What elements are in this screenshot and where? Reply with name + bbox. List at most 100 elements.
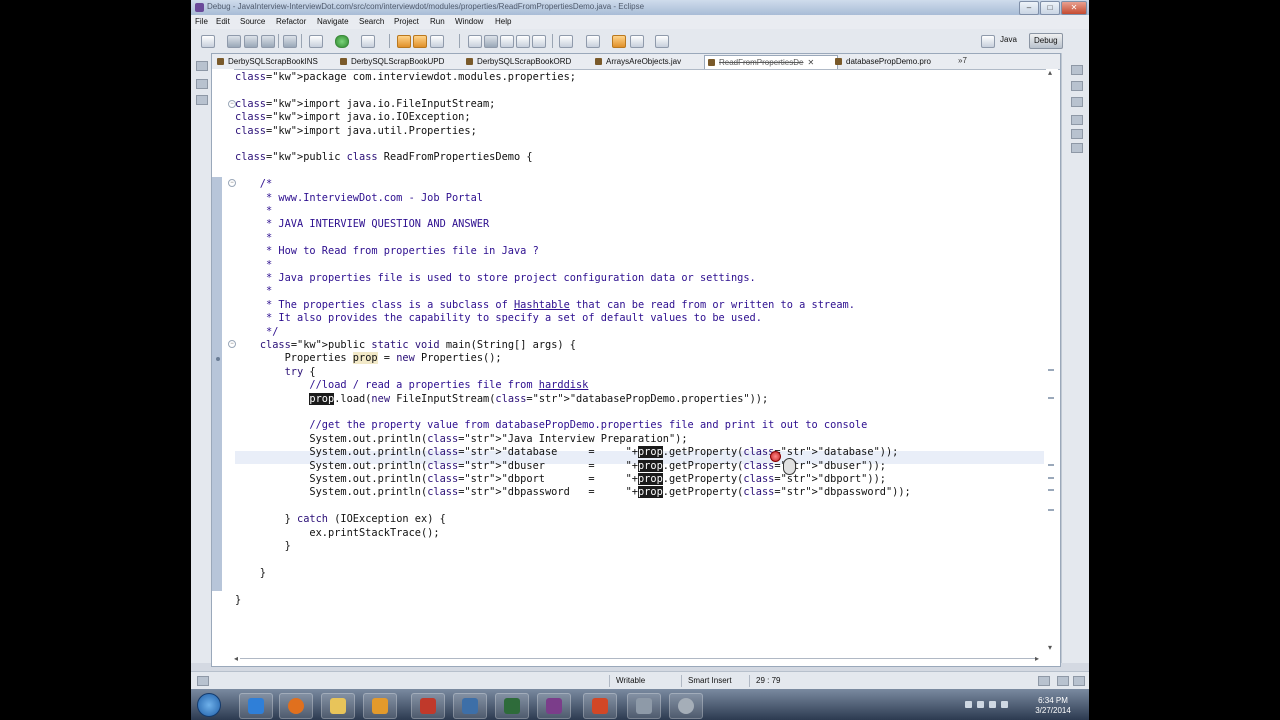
- open-perspective-icon[interactable]: [981, 35, 995, 48]
- code-line[interactable]: class="kw">import java.io.FileInputStrea…: [235, 98, 495, 111]
- code-line[interactable]: class="kw">import java.util.Properties;: [235, 125, 477, 138]
- code-line[interactable]: }: [235, 567, 266, 580]
- menu-navigate[interactable]: Navigate: [317, 17, 349, 26]
- code-line[interactable]: } catch (IOException ex) {: [235, 513, 446, 526]
- code-line[interactable]: class="kw">package com.interviewdot.modu…: [235, 71, 576, 84]
- new-java-project-icon[interactable]: [397, 35, 411, 48]
- tab-database-prop-demo[interactable]: databasePropDemo.pro: [832, 55, 958, 68]
- toggle-mark-icon[interactable]: [484, 35, 498, 48]
- code-line[interactable]: }: [235, 540, 291, 553]
- package-explorer-icon[interactable]: [196, 79, 208, 89]
- back-icon[interactable]: [630, 35, 644, 48]
- menu-project[interactable]: Project: [394, 17, 419, 26]
- expressions-icon[interactable]: [1071, 143, 1083, 153]
- code-line[interactable]: }: [235, 594, 241, 607]
- close-tab-icon[interactable]: ✕: [807, 58, 814, 67]
- tab-arrays-are-objects[interactable]: ArraysAreObjects.jav: [592, 55, 706, 68]
- tab-derby-upd[interactable]: DerbySQLScrapBookUPD: [337, 55, 469, 68]
- debug-run-icon[interactable]: [309, 35, 323, 48]
- code-line[interactable]: class="kw">public class ReadFromProperti…: [235, 151, 533, 164]
- tray-arrow-icon[interactable]: [965, 701, 972, 708]
- media-player-icon[interactable]: [363, 693, 397, 719]
- scroll-down-icon[interactable]: ▾: [1048, 643, 1052, 652]
- code-line[interactable]: * How to Read from properties file in Ja…: [235, 245, 539, 258]
- restore-icon[interactable]: [196, 61, 208, 71]
- code-line[interactable]: *: [235, 205, 272, 218]
- run-external-icon[interactable]: [361, 35, 375, 48]
- menu-edit[interactable]: Edit: [216, 17, 230, 26]
- maximize-button[interactable]: □: [1040, 1, 1060, 15]
- overview-ruler[interactable]: ▴ ▾: [1046, 68, 1058, 653]
- breakpoints-icon[interactable]: [1071, 129, 1083, 139]
- code-line[interactable]: */: [235, 326, 278, 339]
- code-line[interactable]: * Java properties file is used to store …: [235, 272, 756, 285]
- menu-window[interactable]: Window: [455, 17, 483, 26]
- new-package-icon[interactable]: [413, 35, 427, 48]
- java-perspective-button[interactable]: Java: [996, 33, 1021, 47]
- minimize-view-icon[interactable]: [1073, 676, 1085, 686]
- code-line[interactable]: System.out.println(class="str">"dbpasswo…: [235, 486, 911, 499]
- code-line[interactable]: ex.printStackTrace();: [235, 527, 439, 540]
- show-whitespace-icon[interactable]: [516, 35, 530, 48]
- save-all-icon[interactable]: [244, 35, 258, 48]
- heap-icon[interactable]: [1038, 676, 1050, 686]
- tab-overflow-indicator[interactable]: »7: [958, 56, 967, 65]
- ie-icon[interactable]: [239, 693, 273, 719]
- new-icon[interactable]: [201, 35, 215, 48]
- powerpoint-icon[interactable]: [583, 693, 617, 719]
- code-line[interactable]: * JAVA INTERVIEW QUESTION AND ANSWER: [235, 218, 489, 231]
- scroll-right-icon[interactable]: ▸: [1035, 654, 1039, 663]
- save-icon[interactable]: [227, 35, 241, 48]
- start-button[interactable]: [197, 693, 221, 717]
- fast-view-icon[interactable]: [197, 676, 209, 686]
- volume-icon[interactable]: [989, 701, 996, 708]
- tab-derby-ins[interactable]: DerbySQLScrapBookINS: [214, 55, 346, 68]
- code-line[interactable]: //load / read a properties file from har…: [235, 379, 588, 392]
- debug-perspective-button[interactable]: Debug: [1029, 33, 1063, 49]
- menu-source[interactable]: Source: [240, 17, 265, 26]
- flag-icon[interactable]: [1001, 701, 1008, 708]
- code-line[interactable]: *: [235, 232, 272, 245]
- variables-icon[interactable]: [1071, 115, 1083, 125]
- restore-right-icon[interactable]: [1071, 65, 1083, 75]
- menu-search[interactable]: Search: [359, 17, 384, 26]
- code-line[interactable]: *: [235, 285, 272, 298]
- task-list-icon[interactable]: [1071, 97, 1083, 107]
- next-annotation-icon[interactable]: [559, 35, 573, 48]
- block-select-icon[interactable]: [532, 35, 546, 48]
- code-area[interactable]: − − − class="kw">package com.interviewdo…: [212, 69, 1044, 653]
- save-icon[interactable]: [453, 693, 487, 719]
- code-line[interactable]: /*: [235, 178, 272, 191]
- forward-icon[interactable]: [655, 35, 669, 48]
- menu-refactor[interactable]: Refactor: [276, 17, 306, 26]
- debug-icon[interactable]: [283, 35, 297, 48]
- code-line[interactable]: * The properties class is a subclass of …: [235, 299, 855, 312]
- tab-read-from-properties[interactable]: ReadFromPropertiesDe ✕: [704, 55, 838, 69]
- code-line[interactable]: class="kw">public static void main(Strin…: [235, 339, 576, 352]
- code-line[interactable]: * www.InterviewDot.com - Job Portal: [235, 192, 483, 205]
- code-line[interactable]: *: [235, 259, 272, 272]
- hierarchy-icon[interactable]: [196, 95, 208, 105]
- minimize-button[interactable]: –: [1019, 1, 1039, 15]
- search-icon[interactable]: [500, 35, 514, 48]
- code-line[interactable]: System.out.println(class="str">"database…: [235, 446, 898, 459]
- horizontal-scrollbar[interactable]: ◂ ▸: [234, 653, 1042, 665]
- code-line[interactable]: //get the property value from databasePr…: [235, 419, 867, 432]
- code-line[interactable]: Properties prop = new Properties();: [235, 352, 502, 365]
- console-icon[interactable]: [1057, 676, 1069, 686]
- explorer-icon[interactable]: [321, 693, 355, 719]
- code-line[interactable]: try {: [235, 366, 316, 379]
- winrar-icon[interactable]: [537, 693, 571, 719]
- code-line[interactable]: prop.load(new FileInputStream(class="str…: [235, 392, 768, 406]
- run-icon[interactable]: [335, 35, 349, 48]
- paint-icon[interactable]: [411, 693, 445, 719]
- printer-icon[interactable]: [627, 693, 661, 719]
- code-line[interactable]: * It also provides the capability to spe…: [235, 312, 762, 325]
- network-icon[interactable]: [977, 701, 984, 708]
- menu-run[interactable]: Run: [430, 17, 445, 26]
- new-class-icon[interactable]: [430, 35, 444, 48]
- breakpoint-icon[interactable]: [216, 357, 220, 361]
- settings-icon[interactable]: [669, 693, 703, 719]
- menu-file[interactable]: File: [195, 17, 208, 26]
- open-type-icon[interactable]: [468, 35, 482, 48]
